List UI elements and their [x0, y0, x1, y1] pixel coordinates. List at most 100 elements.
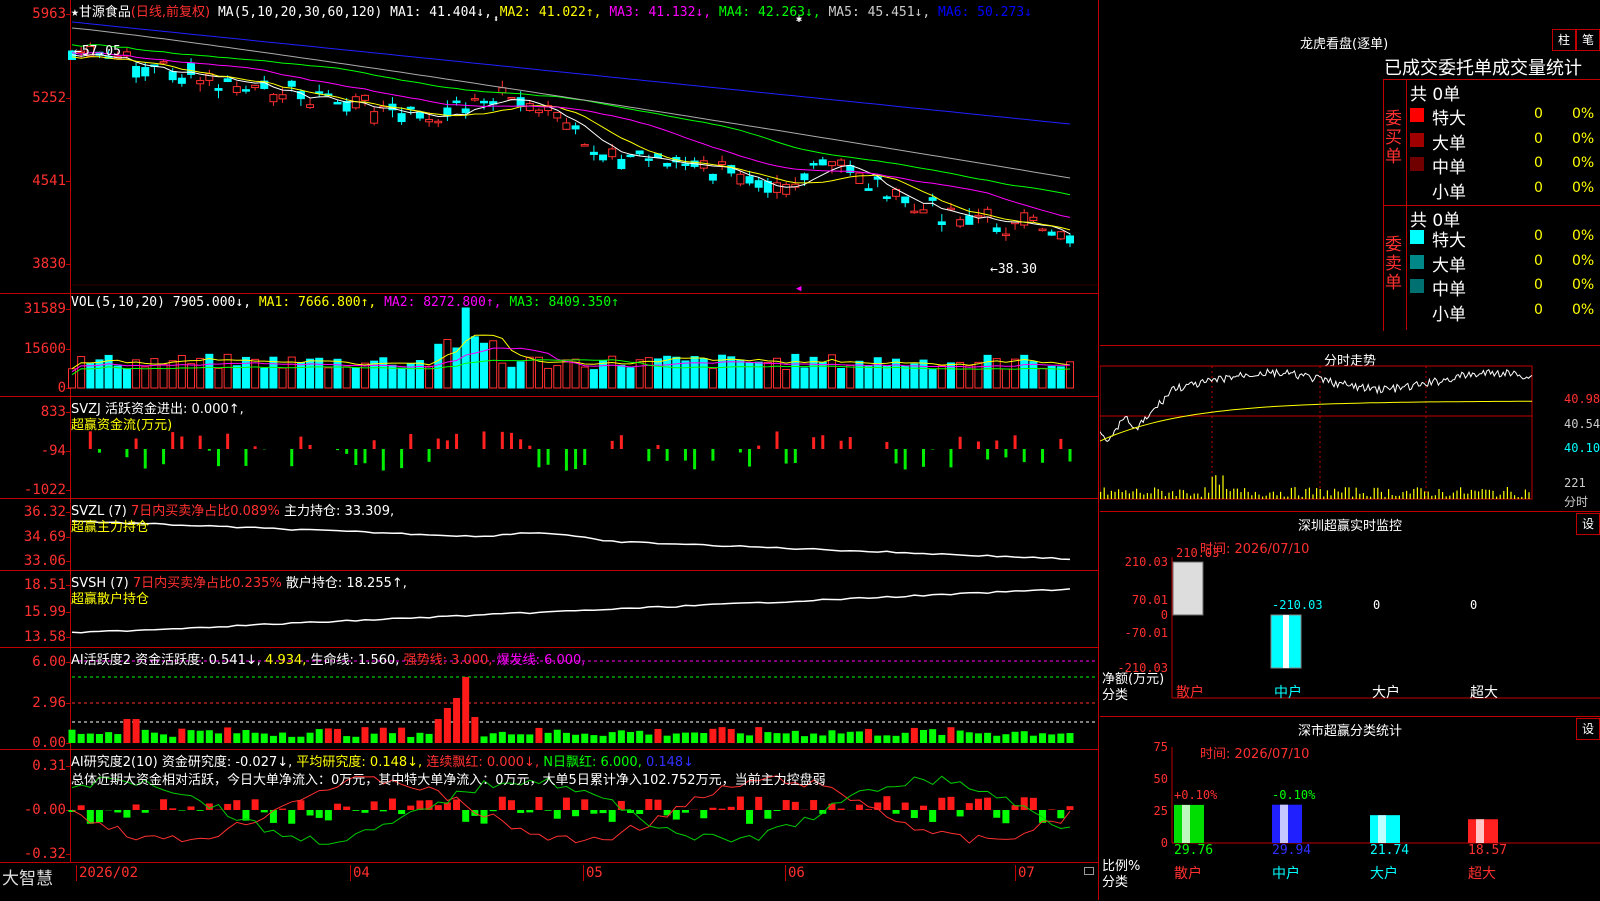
research-bar: [984, 798, 991, 810]
intraday-panel[interactable]: 分时走势 40.98 40.54 40.10 221 分时: [1100, 345, 1600, 511]
candle: [343, 101, 350, 111]
activity-bar: [133, 719, 140, 743]
low-price-annotation: ←38.30: [990, 262, 1037, 277]
ma6-value: MA6: 50.273↓: [938, 5, 1032, 20]
volume-bar: [627, 368, 634, 388]
svzl-panel[interactable]: 36.32 34.69 33.06 SVZL (7) 7日内买卖净占比0.089…: [0, 499, 1098, 571]
sz-monitor-panel[interactable]: 深圳超赢实时监控 设 时间: 2026/07/10 210.0370.010-7…: [1100, 511, 1600, 716]
intraday-volume-bar: [1435, 495, 1436, 499]
research-bar: [746, 810, 753, 824]
svzj-panel[interactable]: 833 -94 -1022 SVZJ 活跃资金进出: 0.000↑, 超赢资金流…: [0, 397, 1098, 499]
candlestick-chart[interactable]: ⬍✱◀: [0, 0, 1098, 293]
fund-flow-bar: [1041, 449, 1044, 463]
intraday-volume-bar: [1323, 496, 1324, 499]
sz-class-category: 散户: [1174, 865, 1202, 882]
intraday-volume-bar: [1269, 493, 1270, 499]
period-mode[interactable]: (日线,前复权): [131, 5, 210, 20]
bar-view-button[interactable]: 柱: [1552, 29, 1576, 51]
fund-flow-bar: [1069, 449, 1072, 462]
research-bar: [1048, 809, 1055, 810]
research-bar: [252, 799, 259, 810]
fund-flow-bar: [446, 440, 449, 449]
candle: [938, 222, 945, 225]
volume-bar: [398, 368, 405, 388]
intraday-volume-bar: [1190, 496, 1191, 499]
intraday-volume-label: 221: [1564, 476, 1586, 490]
research-bar: [526, 810, 533, 812]
intraday-volume-bar: [1471, 490, 1472, 499]
research-bar: [792, 802, 799, 810]
ai-activity-panel[interactable]: 6.00 2.96 0.00 AI活跃度2 资金活跃度: 0.541↓, 4.9…: [0, 648, 1098, 750]
fund-flow-bar: [949, 449, 952, 467]
research-bar: [755, 797, 762, 810]
activity-value: 4.934,: [265, 653, 306, 668]
intraday-volume-bar: [1485, 490, 1486, 499]
candle: [279, 95, 286, 99]
activity-bar: [1012, 732, 1019, 743]
order-percent: 0%: [1572, 106, 1594, 122]
intraday-volume-bar: [1147, 493, 1148, 499]
volume-bar: [847, 365, 854, 388]
fund-flow-bar: [519, 439, 522, 449]
intraday-volume-bar: [1129, 493, 1130, 499]
research-bar: [508, 800, 515, 810]
volume-panel[interactable]: 31589 15600 0 VOL(5,10,20) 7905.000↓, MA…: [0, 294, 1098, 397]
favorite-star-icon[interactable]: ★: [71, 5, 79, 20]
volume-bar: [142, 367, 149, 388]
sz-class-category: 超大: [1468, 866, 1496, 882]
sz-monitor-category: 散户: [1176, 684, 1204, 701]
intraday-volume-bar: [1428, 492, 1429, 499]
fund-flow-bar: [895, 449, 898, 463]
activity-bar: [96, 734, 103, 743]
activity-bar: [69, 730, 76, 743]
activity-bar: [856, 731, 863, 743]
kline-panel[interactable]: 5963 5252 4541 3830 ⬍✱◀ ★甘源食品(日线,前复权) MA…: [0, 0, 1098, 294]
intraday-volume-bar: [1525, 490, 1526, 499]
intraday-volume-bar: [1233, 489, 1234, 499]
candle: [883, 197, 890, 199]
intraday-chart[interactable]: [1100, 346, 1600, 511]
intraday-volume-bar: [1374, 488, 1375, 499]
order-count: 0: [1534, 277, 1543, 293]
candle: [975, 215, 982, 217]
candle: [252, 85, 259, 87]
svsh-panel[interactable]: 18.51 15.99 13.58 SVSH (7) 7日内买卖净占比0.235…: [0, 571, 1098, 648]
activity-bar: [938, 735, 945, 743]
sz-class-panel[interactable]: 深市超赢分类统计 设 时间: 2026/07/10 7550250+0.10%-…: [1100, 716, 1600, 901]
candle: [307, 105, 314, 108]
research-bar: [893, 810, 900, 814]
activity-bar: [792, 731, 799, 743]
ai-research-def: AI研究度2(10): [71, 755, 158, 770]
sz-monitor-chart: 210.0370.010-70.01-210.03210.03-210.0300…: [1100, 512, 1600, 716]
volume-bar: [1057, 367, 1064, 388]
intraday-volume-bar: [1489, 490, 1490, 499]
volume-bar: [133, 360, 140, 388]
research-bar: [838, 809, 845, 810]
activity-bar: [728, 729, 735, 743]
volume-bar: [545, 368, 552, 388]
research-bar: [957, 810, 964, 816]
candle: [554, 112, 561, 118]
research-bar: [774, 810, 781, 811]
order-count: 0: [1534, 253, 1543, 269]
volume-header: VOL(5,10,20) 7905.000↓, MA1: 7666.800↑, …: [71, 295, 619, 310]
ai-research-header: AI研究度2(10) 资金研究度: -0.027↓, 平均研究度: 0.148↓…: [71, 751, 694, 770]
brand-logo: 大智慧: [2, 864, 53, 889]
lock-icon[interactable]: [1084, 867, 1094, 875]
volume-bar: [993, 359, 1000, 388]
activity-bar: [325, 728, 332, 743]
sz-monitor-value: 0: [1373, 598, 1380, 612]
volume-bar: [636, 360, 643, 388]
intraday-volume-bar: [1219, 485, 1220, 499]
activity-bar: [87, 734, 94, 743]
ai-research-panel[interactable]: 0.31 -0.00 -0.32 AI研究度2(10) 资金研究度: -0.02…: [0, 750, 1098, 863]
intraday-volume-bar: [1122, 492, 1123, 499]
candle: [709, 174, 716, 180]
tick-view-button[interactable]: 笔: [1576, 29, 1600, 51]
candle: [1002, 234, 1009, 236]
research-bar: [728, 807, 735, 810]
date-label: 05: [583, 865, 603, 881]
activity-bar: [114, 734, 121, 743]
volume-bar: [883, 366, 890, 388]
volume-bar: [563, 360, 570, 388]
